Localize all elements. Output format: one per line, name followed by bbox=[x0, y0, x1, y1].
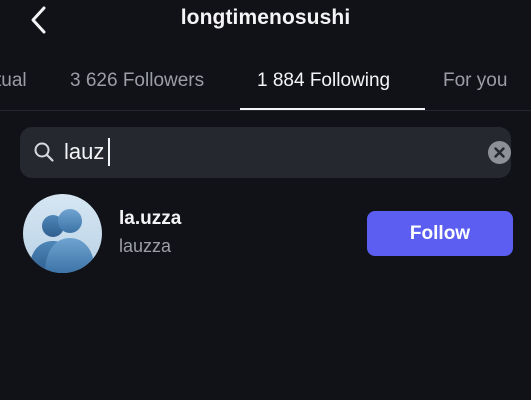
tab-following[interactable]: 1 884 Following bbox=[257, 58, 390, 106]
text-cursor bbox=[108, 138, 110, 166]
default-avatar-icon bbox=[23, 194, 102, 273]
tab-for-you[interactable]: For you bbox=[443, 58, 507, 106]
tab-bar: tual 3 626 Followers 1 884 Following For… bbox=[0, 58, 531, 110]
tab-mutual[interactable]: tual bbox=[0, 58, 27, 106]
result-handle: lauzza bbox=[119, 236, 172, 256]
avatar[interactable] bbox=[23, 194, 102, 273]
follow-button[interactable]: Follow bbox=[367, 211, 513, 256]
tab-followers[interactable]: 3 626 Followers bbox=[70, 58, 204, 106]
result-username[interactable]: la.uzza bbox=[119, 208, 181, 230]
clear-icon[interactable] bbox=[488, 141, 511, 164]
tab-divider bbox=[0, 110, 531, 111]
search-bar[interactable] bbox=[20, 127, 511, 178]
header: longtimenosushi bbox=[0, 0, 531, 44]
search-icon bbox=[34, 142, 54, 162]
search-input[interactable] bbox=[64, 136, 464, 168]
list-item[interactable]: la.uzza lauzza Follow bbox=[0, 190, 531, 276]
page-title: longtimenosushi bbox=[180, 6, 351, 29]
